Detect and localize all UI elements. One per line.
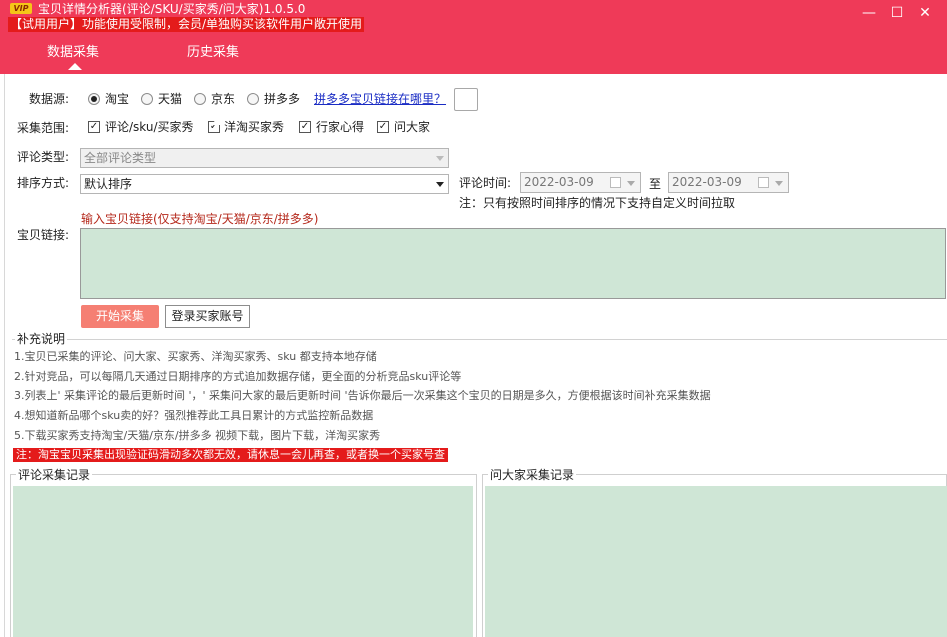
review-type-select[interactable]: 全部评论类型 [80,148,449,168]
radio-pdd[interactable] [247,93,259,105]
checkbox-qa-label[interactable]: 问大家 [394,119,430,135]
note-item: 5.下载买家秀支持淘宝/天猫/京东/拼多多 视频下载，图片下载，洋淘买家秀 [14,429,381,442]
active-tab-indicator [68,63,82,70]
chevron-down-icon [627,181,635,186]
link-label: 宝贝链接: [17,228,70,242]
note-item: 1.宝贝已采集的评论、问大家、买家秀、洋淘买家秀、sku 都支持本地存储 [14,350,377,363]
checkbox-reviews-label[interactable]: 评论/sku/买家秀 [105,119,194,135]
sort-label: 排序方式: [17,176,70,190]
calendar-icon [610,177,621,188]
sort-value: 默认排序 [84,177,133,191]
link-input[interactable] [80,228,946,299]
help-image-box[interactable] [454,88,478,111]
checkbox-expert-label[interactable]: 行家心得 [316,119,364,135]
date-to-value: 2022-03-09 [672,175,742,189]
title-bar: VIP 宝贝详情分析器(评论/SKU/买家秀/问大家)1.0.5.0 【试用用户… [0,0,947,74]
source-label: 数据源: [29,92,70,106]
qa-records-list[interactable] [485,486,947,637]
tab-history[interactable]: 历史采集 [187,44,239,62]
close-button[interactable]: ✕ [911,4,939,22]
review-type-label: 评论类型: [17,150,70,164]
window-title: 宝贝详情分析器(评论/SKU/买家秀/问大家)1.0.5.0 [38,2,306,16]
checkbox-yangtao-label[interactable]: 洋淘买家秀 [224,119,284,135]
link-hint: 输入宝贝链接(仅支持淘宝/天猫/京东/拼多多) [81,212,319,226]
review-time-label: 评论时间: [459,176,512,190]
maximize-button[interactable]: ☐ [883,4,911,22]
pdd-help-link[interactable]: 拼多多宝贝链接在哪里？ [314,91,446,107]
review-records-title: 评论采集记录 [16,468,93,482]
vip-badge-icon: VIP [10,3,32,14]
calendar-icon [758,177,769,188]
checkbox-reviews[interactable]: ✓ [88,121,100,133]
date-from-picker[interactable]: 2022-03-09 [520,172,641,193]
start-collect-button[interactable]: 开始采集 [81,305,159,328]
login-buyer-button[interactable]: 登录买家账号 [165,305,250,328]
checkbox-expert[interactable]: ✓ [299,121,311,133]
radio-tmall-label[interactable]: 天猫 [158,91,182,107]
date-to-picker[interactable]: 2022-03-09 [668,172,789,193]
mouse-cursor-icon [213,111,223,125]
sort-select[interactable]: 默认排序 [80,174,449,194]
qa-records-title: 问大家采集记录 [488,468,577,482]
date-to-label: 至 [649,177,662,191]
minimize-button[interactable]: — [855,4,883,22]
radio-tmall[interactable] [141,93,153,105]
chevron-down-icon [436,182,444,187]
captcha-warning: 注：淘宝宝贝采集出现验证码滑动多次都无效，请休息一会儿再查，或者换一个买家号查 [13,448,448,462]
scope-label: 采集范围: [17,121,70,135]
notes-group-line [12,339,947,340]
radio-jd[interactable] [194,93,206,105]
trial-notice: 【试用用户】功能使用受限制，会员/单独购买该软件用户敞开使用 [8,17,365,32]
radio-pdd-label[interactable]: 拼多多 [264,91,300,107]
radio-taobao-label[interactable]: 淘宝 [105,91,129,107]
tab-data-collection[interactable]: 数据采集 [47,44,99,62]
notes-title: 补充说明 [15,332,68,346]
window-controls: — ☐ ✕ [855,4,939,22]
note-item: 3.列表上' 采集评论的最后更新时间 '，' 采集问大家的最后更新时间 '告诉你… [14,389,711,402]
note-item: 2.针对竞品，可以每隔几天通过日期排序的方式追加数据存储，更全面的分析竞品sku… [14,370,462,383]
review-type-value: 全部评论类型 [84,151,157,165]
time-note: 注：只有按照时间排序的情况下支持自定义时间拉取 [459,196,736,210]
checkbox-qa[interactable]: ✓ [377,121,389,133]
chevron-down-icon [436,156,444,161]
radio-taobao[interactable] [88,93,100,105]
chevron-down-icon [775,181,783,186]
date-from-value: 2022-03-09 [524,175,594,189]
radio-jd-label[interactable]: 京东 [211,91,235,107]
review-records-list[interactable] [13,486,473,637]
note-item: 4.想知道新品哪个sku卖的好？强烈推荐此工具日累计的方式监控新品数据 [14,409,374,422]
